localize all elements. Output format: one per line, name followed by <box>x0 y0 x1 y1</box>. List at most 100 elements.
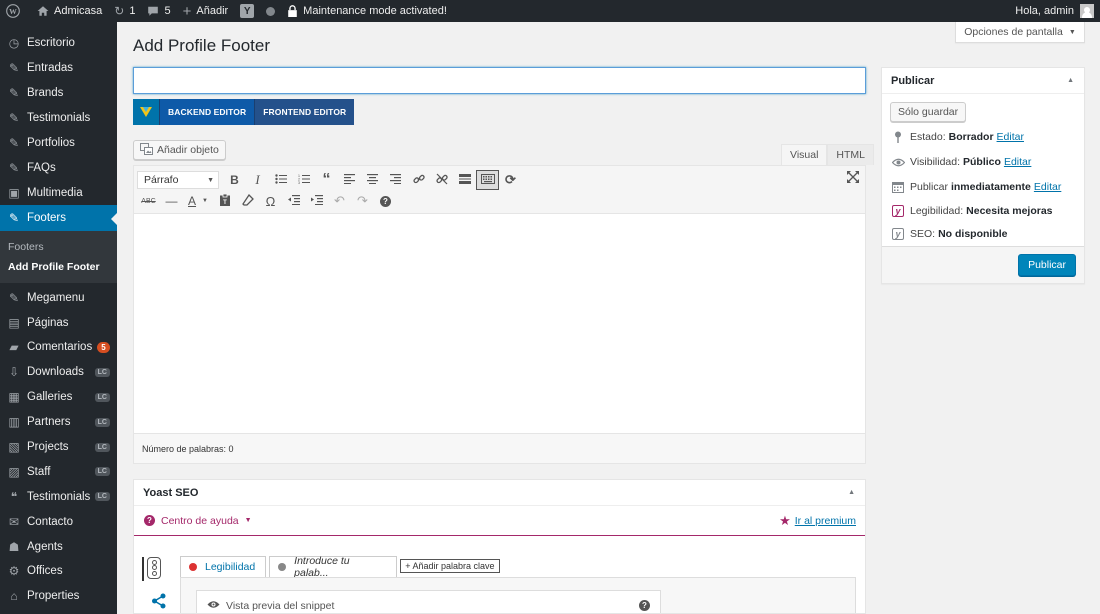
sidebar-item-offices[interactable]: ⚙ Offices <box>0 559 117 584</box>
add-keyword-button[interactable]: + Añadir palabra clave <box>400 559 500 573</box>
bold-button[interactable]: B <box>223 170 246 190</box>
wordpress-logo-button[interactable]: W <box>0 0 31 22</box>
align-center-button[interactable] <box>361 170 384 190</box>
pin-icon: ✎ <box>8 136 20 150</box>
undo-icon: ↶ <box>334 193 345 208</box>
indent-button[interactable] <box>305 191 328 211</box>
go-premium-label: Ir al premium <box>794 514 856 527</box>
snippet-preview-toggle[interactable]: Vista previa del snippet ? <box>196 590 661 613</box>
submenu-item-footers[interactable]: Footers <box>0 237 117 257</box>
insert-link-button[interactable] <box>407 170 430 190</box>
go-premium-link[interactable]: ★ Ir al premium <box>779 513 856 529</box>
sidebar-item-portfolios[interactable]: ✎ Portfolios <box>0 131 117 156</box>
read-more-button[interactable] <box>453 170 476 190</box>
help-circle-icon[interactable]: ? <box>639 600 650 611</box>
share-icon[interactable] <box>151 593 167 612</box>
svg-text:T: T <box>223 200 227 206</box>
sidebar-item-escritorio[interactable]: ◷ Escritorio <box>0 31 117 56</box>
special-character-button[interactable]: Ω <box>259 191 282 211</box>
help-center-link[interactable]: Centro de ayuda <box>161 515 239 527</box>
strikethrough-icon: ABC <box>141 197 156 205</box>
caret-down-icon: ▼ <box>207 176 214 184</box>
publish-box: Publicar ▲ Sólo guardar Estado: Borrador… <box>881 67 1085 284</box>
maintenance-mode-link[interactable]: Maintenance mode activated! <box>281 0 453 22</box>
status-dot-button[interactable] <box>260 0 281 22</box>
bullet-list-button[interactable] <box>269 170 292 190</box>
clear-formatting-button[interactable] <box>236 191 259 211</box>
sidebar-item-p-ginas[interactable]: ▤ Páginas <box>0 310 117 335</box>
frontend-editor-button[interactable]: FRONTEND EDITOR <box>254 99 355 125</box>
horizontal-line-button[interactable]: — <box>160 191 183 211</box>
sidebar-item-footers[interactable]: ✎ Footers <box>0 205 117 232</box>
backend-editor-button[interactable]: BACKEND EDITOR <box>159 99 255 125</box>
quote-icon: ❝ <box>10 489 18 504</box>
strikethrough-button[interactable]: ABC <box>137 191 160 211</box>
edit-visibility-link[interactable]: Editar <box>1004 156 1031 168</box>
offices-icon: ⚙ <box>8 564 20 579</box>
sidebar-item-downloads[interactable]: ⇩ Downloads LC <box>0 360 117 385</box>
align-right-button[interactable] <box>384 170 407 190</box>
toolbar-toggle-button[interactable] <box>476 170 499 190</box>
text-color-button[interactable]: A ▼ <box>183 191 213 211</box>
sidebar-item-brands[interactable]: ✎ Brands <box>0 81 117 106</box>
align-left-button[interactable] <box>338 170 361 190</box>
my-account-link[interactable]: Hola, admin <box>1015 4 1100 18</box>
sidebar-item-multimedia[interactable]: ▣ Multimedia <box>0 180 117 205</box>
sidebar-item-galleries[interactable]: ▦ Galleries LC <box>0 385 117 410</box>
refresh-button[interactable]: ⟳ <box>499 170 522 190</box>
sidebar-item-contacto[interactable]: ✉ Contacto <box>0 509 117 534</box>
outdent-button[interactable] <box>282 191 305 211</box>
sidebar-item-projects[interactable]: ▧ Projects LC <box>0 435 117 460</box>
tab-html[interactable]: HTML <box>827 144 875 165</box>
sidebar-item-testimonials[interactable]: ✎ Testimonials <box>0 106 117 131</box>
yoast-adminbar-button[interactable]: Y <box>234 0 260 22</box>
svg-text:W: W <box>9 7 17 16</box>
undo-button[interactable]: ↶ <box>328 191 351 211</box>
new-content-link[interactable]: + Añadir <box>177 0 235 22</box>
sidebar-item-testimonials[interactable]: ❝ Testimonials LC <box>0 484 117 509</box>
eye-icon <box>891 158 905 167</box>
add-media-button[interactable]: Añadir objeto <box>133 140 226 160</box>
screen-options-button[interactable]: Opciones de pantalla ▼ <box>955 22 1085 43</box>
numbered-list-button[interactable]: 123 <box>292 170 315 190</box>
tab-readability[interactable]: Legibilidad <box>180 556 267 577</box>
traffic-light-icon[interactable] <box>147 557 161 579</box>
title-input[interactable] <box>133 67 866 94</box>
comments-link[interactable]: 5 <box>141 0 176 22</box>
submenu-item-add-profile-footer[interactable]: Add Profile Footer <box>0 257 117 277</box>
admin-bar: W Admicasa ↻ 1 5 + Añadir Y Maintenance … <box>0 0 1100 22</box>
paste-text-button[interactable]: T <box>213 191 236 211</box>
sidebar-item-entradas[interactable]: ✎ Entradas <box>0 56 117 81</box>
remove-link-button[interactable] <box>430 170 453 190</box>
save-draft-button[interactable]: Sólo guardar <box>890 102 967 122</box>
sidebar-item-agents[interactable]: ☗ Agents <box>0 534 117 559</box>
updates-link[interactable]: ↻ 1 <box>108 0 141 22</box>
tab-focus-keyword[interactable]: Introduce tu palab... <box>269 555 398 579</box>
sidebar-item-staff[interactable]: ▨ Staff LC <box>0 459 117 484</box>
site-name-link[interactable]: Admicasa <box>31 0 108 22</box>
italic-button[interactable]: I <box>246 170 269 190</box>
sidebar-item-faqs[interactable]: ✎ FAQs <box>0 155 117 180</box>
publish-actions: Publicar <box>882 246 1084 283</box>
outdent-icon <box>287 194 300 208</box>
help-button[interactable]: ? <box>374 191 397 211</box>
yoast-metabox-header[interactable]: Yoast SEO ▲ <box>134 480 865 506</box>
edit-status-link[interactable]: Editar <box>997 131 1024 143</box>
sidebar-item-comentarios[interactable]: ▰ Comentarios 5 <box>0 335 117 360</box>
format-select[interactable]: Párrafo ▼ <box>137 171 219 189</box>
tab-visual[interactable]: Visual <box>781 144 828 165</box>
redo-button[interactable]: ↷ <box>351 191 374 211</box>
publish-button[interactable]: Publicar <box>1018 254 1076 276</box>
publish-box-header[interactable]: Publicar ▲ <box>882 68 1084 94</box>
sidebar-item-megamenu[interactable]: ✎ Megamenu <box>0 285 117 310</box>
yoast-seo-icon: y <box>891 228 905 240</box>
visibility-label: Visibilidad: <box>910 156 961 168</box>
blockquote-button[interactable]: “ <box>315 170 338 190</box>
indent-icon <box>310 194 323 208</box>
sidebar-item-properties[interactable]: ⌂ Properties <box>0 584 117 609</box>
lc-tag: LC <box>94 392 110 402</box>
editor-content-area[interactable] <box>134 214 865 433</box>
sidebar-item-partners[interactable]: ▥ Partners LC <box>0 410 117 435</box>
fullscreen-button[interactable] <box>847 171 859 186</box>
edit-schedule-link[interactable]: Editar <box>1034 181 1061 193</box>
